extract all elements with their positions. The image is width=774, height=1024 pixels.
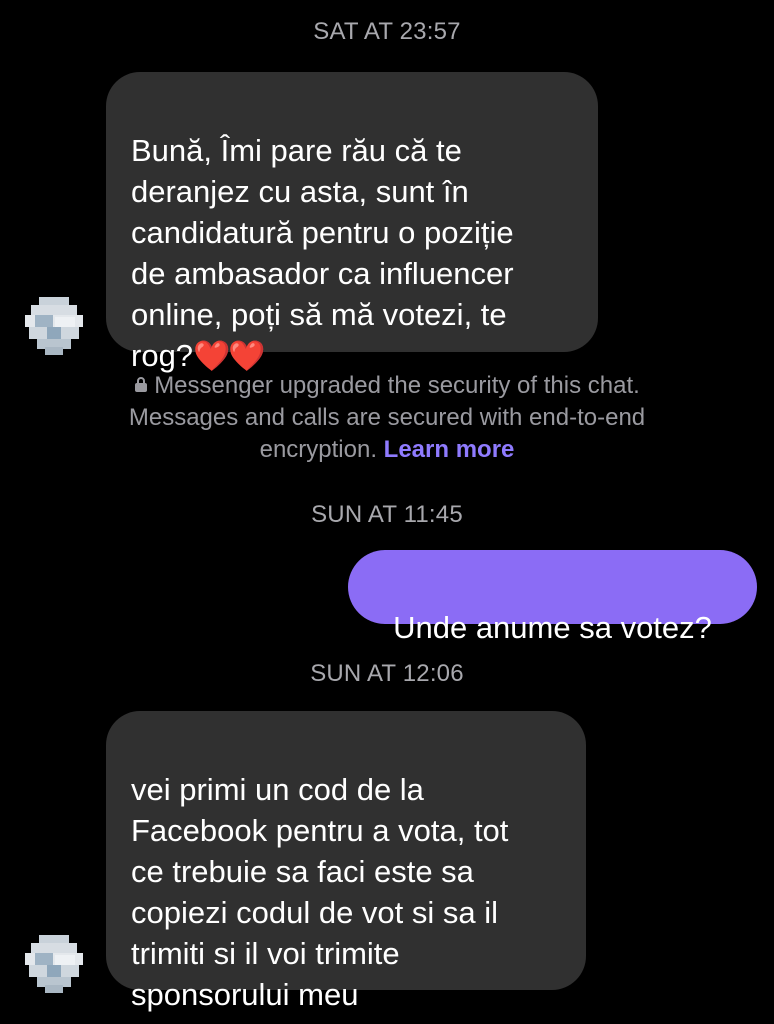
timestamp-sat: SAT AT 23:57 — [313, 18, 461, 45]
blurred-avatar-icon — [25, 935, 83, 993]
timestamp-sun-1: SUN AT 11:45 — [311, 501, 463, 528]
message-bubble-incoming[interactable]: Bună, Îmi pare rău că te deranjez cu ast… — [106, 72, 598, 373]
contact-avatar[interactable] — [25, 297, 83, 355]
blurred-avatar-icon — [25, 297, 83, 355]
message-bubble-incoming[interactable]: vei primi un cod de la Facebook pentru a… — [106, 711, 586, 1012]
heart-emoji-icon: ❤️❤️ — [193, 340, 266, 373]
learn-more-link[interactable]: Learn more — [384, 436, 515, 463]
message-text: vei primi un cod de la Facebook pentru a… — [131, 772, 509, 1012]
lock-icon — [135, 377, 148, 392]
message-text: Bună, Îmi pare rău că te deranjez cu ast… — [131, 133, 514, 373]
message-bubble-outgoing[interactable]: Unde anume sa votez? — [348, 550, 757, 645]
timestamp-sun-2: SUN AT 12:06 — [310, 660, 464, 687]
security-notice: Messenger upgraded the security of this … — [110, 370, 664, 466]
message-text: Unde anume sa votez? — [393, 610, 712, 645]
contact-avatar[interactable] — [25, 935, 83, 993]
